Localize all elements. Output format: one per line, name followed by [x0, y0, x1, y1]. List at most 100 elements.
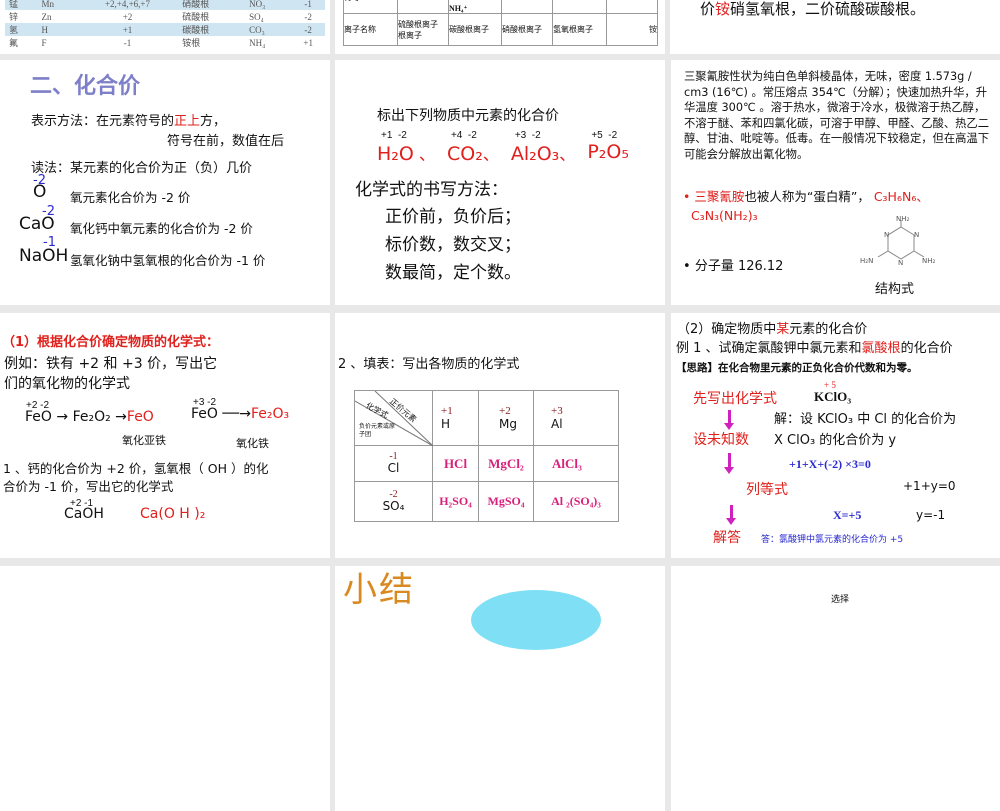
slide-thumbnail-blank[interactable]: [0, 566, 330, 811]
solution-line: X ClO₃ 的化合价为 y: [774, 433, 897, 448]
valence-table: 锰 Mn +2,+4,+6,+7 硝酸根 NO₃ -1 锌 Zn +2 硫酸根 SO₄ -2 氢 H +1 碳…: [5, 0, 325, 49]
column-header: +2 Mg: [478, 390, 534, 446]
hint: 【思路】在化合物里元素的正负化合价代数和为零。: [676, 362, 918, 374]
equation: +1+y=0: [903, 479, 956, 493]
formula-row: +1 -2 H₂O 、 +4 -2 CO₂、 +3 -2 Al₂O₃、 +5 -2 P₂…: [377, 130, 629, 165]
flow-arrow: [724, 453, 734, 474]
formula: CO₂: [446, 143, 483, 165]
kclo3-formula: KClO₃: [814, 389, 852, 404]
formula: Al₂O₃: [510, 143, 560, 165]
formula: FeO: [25, 409, 52, 425]
question-line: 1 、钙的化合价为 +2 价，氢氧根（ OH ）的化: [3, 461, 269, 476]
exercise-prompt: 标出下列物质中元素的化合价: [377, 108, 559, 124]
slide-thumbnail-valence-table[interactable]: 锰 Mn +2,+4,+6,+7 硝酸根 NO₃ -1 锌 Zn +2 硫酸根 SO₄ -2 氢 H +1 碳…: [0, 0, 330, 54]
table-cell: +1: [122, 24, 133, 35]
formula: C₃H₆N₆、: [873, 189, 929, 204]
text: （2）确定物质中: [677, 322, 777, 337]
table-cell: HCl: [432, 445, 479, 482]
table-cell: -1: [123, 37, 132, 48]
example-desc: 氧元素化合价为 -2 价: [70, 190, 191, 205]
ion-name: 硝酸根离子: [501, 13, 553, 46]
table-cell: 铵根: [182, 38, 201, 48]
slide-thumbnail-melamine[interactable]: 三聚氰胺性状为纯白色单斜棱晶体，无味，密度 1.573g / cm3 (16℃)…: [671, 60, 1000, 305]
header-negative: 负价元素或原子团: [359, 423, 396, 438]
notation-method: 表示方法：在元素符号的正上方，: [31, 110, 226, 129]
slide-title: 二、化合价: [30, 74, 141, 99]
slide-thumbnail-valence-rhyme[interactable]: 价铵硝氢氧根，二价硫酸碳酸根。: [670, 0, 1000, 54]
text: 方，: [200, 114, 227, 129]
formula-answer: Fe₂O₃: [250, 406, 290, 422]
example-desc: 氧化钙中氧元素的化合价为 -2 价: [70, 221, 253, 236]
flow-arrow: [724, 410, 734, 430]
rhyme-text: 硝氢氧根，二价硫酸碳酸根。: [730, 0, 926, 18]
section-title: （2）确定物质中某元素的化合价: [677, 318, 867, 337]
row-header: -2 SO₄: [354, 481, 433, 522]
formula-item: +5 -2 P₂O₅: [587, 130, 629, 165]
slide-thumbnail-summary[interactable]: 小结: [335, 566, 665, 811]
nh2-label: NH₂: [922, 257, 936, 265]
formula-answer: FeO: [126, 409, 154, 425]
table-row: 锌 Zn +2 硫酸根 SO₄ -2: [5, 10, 325, 23]
n-label: N: [898, 259, 903, 267]
ion-table: 符号NH₄⁺ 离子名称 硫酸根离子 根离子 碳酸根离子 硝酸根离子 氢氧根离子 …: [343, 0, 658, 46]
table-cell: AlCl₃: [533, 445, 619, 482]
valence-mark: +1 -2: [381, 130, 407, 141]
table-cell: Zn: [41, 11, 52, 22]
equation: +1+X+(-2) ×3=0: [789, 457, 871, 471]
column-header: +1 H: [432, 390, 479, 446]
formula-table: 正价元素 化学式 负价元素或原子团 +1 H +2 Mg +3 Al -1 Cl HCl…: [354, 390, 619, 522]
section-title: （1）根据化合价确定物质的化学式：: [2, 335, 220, 350]
ion-name-label: 离子名称: [343, 13, 398, 46]
formula-item: +1 -2 H₂O 、: [377, 130, 435, 165]
slide-thumbnail-fill-table[interactable]: 2 、填表：写出各物质的化学式 正价元素 化学式 负价元素或原子团 +1 H +2…: [335, 313, 665, 558]
n-label: N: [884, 231, 889, 239]
formula: P₂O₅: [587, 141, 629, 163]
table-cell: +1: [303, 37, 313, 48]
step-answer: 解答: [713, 530, 741, 546]
iron-iii-derivation: FeO ──→Fe₂O₃: [191, 406, 290, 422]
question-line: 合价为 -1 价，写出它的化学式: [3, 479, 174, 494]
slide-thumbnail-ion-table[interactable]: 符号NH₄⁺ 离子名称 硫酸根离子 根离子 碳酸根离子 硝酸根离子 氢氧根离子 …: [335, 0, 665, 54]
formula: O: [33, 182, 47, 202]
symbol-label: 符号: [343, 0, 398, 14]
slide-thumbnail-valence-intro[interactable]: 二、化合价 表示方法：在元素符号的正上方， 符号在前，数值在后 读法：某元素的化…: [0, 60, 330, 305]
slide-thumbnail-choice[interactable]: 选择: [671, 566, 1000, 811]
slide-thumbnail-determine-valence[interactable]: （2）确定物质中某元素的化合价 例 1 、试确定氯酸钾中氯元素和氯酸根的化合价 …: [671, 313, 1000, 558]
column-header: +3 Al: [533, 390, 619, 446]
table-cell: +2,+4,+6,+7: [104, 0, 151, 9]
formula: NaOH: [19, 246, 69, 266]
text: 也被人称为“蛋白精”，: [744, 189, 870, 204]
formula: FeO: [191, 406, 218, 422]
row-header: -1 Cl: [354, 445, 433, 482]
notation-rule: 符号在前，数值在后: [167, 134, 285, 149]
ion-name: 铵: [606, 13, 658, 46]
valence-mark: +4 -2: [450, 130, 477, 141]
element: Mg: [499, 417, 517, 431]
text: 例 1 、试确定氯酸钾中氯元素和: [676, 341, 862, 356]
formula-answer: Ca(O H )₂: [140, 506, 206, 522]
slide-thumbnail-valence-exercise[interactable]: 标出下列物质中元素的化合价 +1 -2 H₂O 、 +4 -2 CO₂、 +3 -2…: [335, 60, 665, 305]
table-cell: MgSO₄: [478, 481, 534, 522]
ion-name: 碳酸根离子: [448, 13, 502, 46]
slide-thumbnail-formula-from-valence[interactable]: （1）根据化合价确定物质的化学式： 例如：铁有 +2 和 +3 价，写出它 们的…: [0, 313, 330, 558]
valence: -2: [389, 489, 398, 500]
diagonal-header: 正价元素 化学式 负价元素或原子团: [354, 390, 433, 446]
melamine-description: 三聚氰胺性状为纯白色单斜棱晶体，无味，密度 1.573g / cm3 (16℃)…: [684, 70, 990, 161]
valence: +1: [441, 405, 453, 417]
table-cell: -1: [304, 0, 312, 9]
compound-name: 氧化亚铁: [122, 434, 166, 447]
table-row: 氟 F -1 铵根 NH₄ +1: [5, 36, 325, 49]
table-cell: NH₄: [249, 37, 266, 48]
table-cell: Mn: [41, 0, 55, 9]
table-cell: 碳酸根: [182, 25, 210, 35]
table-cell: 氟: [9, 38, 19, 48]
table-cell: 锌: [9, 12, 19, 22]
text: 分子量 126.12: [694, 259, 784, 274]
valence-mark: +5 -2: [591, 130, 618, 141]
answer-y: y=-1: [916, 508, 946, 522]
nh2-label: NH₂: [896, 215, 910, 223]
example-desc: 氢氧化钠中氢氧根的化合价为 -1 价: [70, 253, 266, 268]
highlight: 某: [776, 322, 790, 337]
compound-name: 氧化铁: [236, 437, 269, 450]
table-cell: F: [41, 37, 47, 48]
